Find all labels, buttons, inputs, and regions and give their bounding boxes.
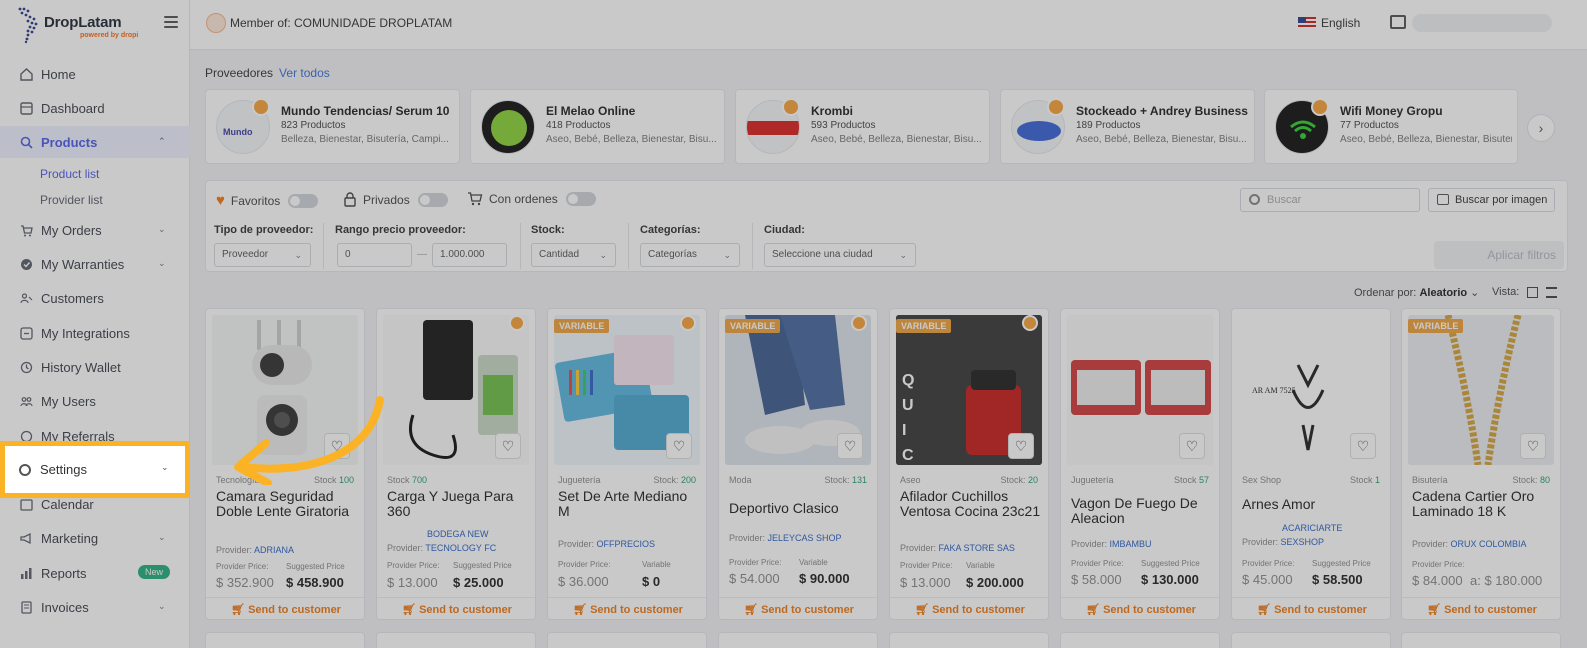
- sidebar-item-settings[interactable]: Settings ⌄: [0, 441, 190, 498]
- chevron-down-icon: ⌄: [161, 462, 169, 472]
- gear-icon: [19, 464, 31, 476]
- pointer-arrow-icon: [234, 396, 384, 485]
- tutorial-overlay: [0, 0, 1587, 648]
- sidebar-item-label: Settings: [40, 462, 87, 477]
